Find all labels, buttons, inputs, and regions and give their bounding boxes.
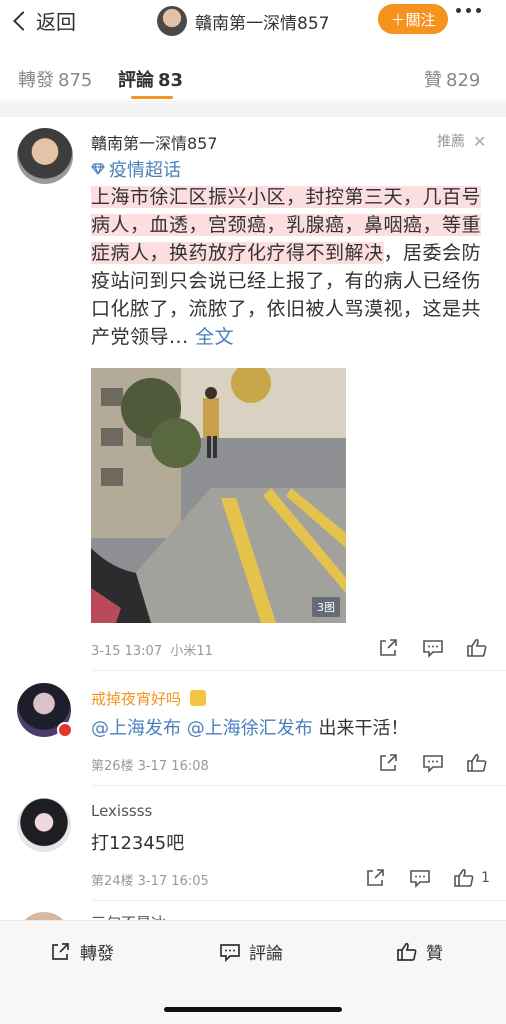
home-indicator[interactable] xyxy=(164,1007,342,1012)
tab-comment[interactable]: 評論 83 xyxy=(118,66,183,92)
back-button[interactable]: 返回 xyxy=(10,6,76,35)
post-actions xyxy=(378,638,488,658)
share-icon[interactable] xyxy=(378,753,400,773)
comment-body: 打12345吧 xyxy=(91,833,185,854)
thumb-up-icon xyxy=(454,868,474,887)
tab-like-count: 829 xyxy=(446,70,481,91)
full-text-link[interactable]: 全文 xyxy=(195,326,234,348)
topic-label: 疫情超话 xyxy=(109,160,181,181)
repost-button[interactable]: 轉發 xyxy=(50,939,114,964)
tab-comment-label: 評論 xyxy=(118,70,154,91)
comment-floor-time: 第24楼 3-17 16:05 xyxy=(91,874,209,889)
street-photo xyxy=(91,368,346,623)
comment-actions: 1 xyxy=(365,868,490,888)
share-icon[interactable] xyxy=(378,638,400,658)
tab-repost[interactable]: 轉發 875 xyxy=(18,66,92,92)
comment-label: 評論 xyxy=(249,944,283,964)
like-action[interactable]: 1 xyxy=(453,868,490,888)
more-dots-icon[interactable] xyxy=(456,8,481,13)
comment-icon xyxy=(220,943,240,962)
nav-user-name: 贛南第一深情857 xyxy=(195,13,330,34)
like-count: 1 xyxy=(481,870,490,886)
like-label: 贊 xyxy=(426,944,443,964)
top-nav-bar: 返回 贛南第一深情857 ＋關注 xyxy=(0,0,506,44)
post-time: 3-15 13:07 小米11 xyxy=(91,640,213,659)
section-divider xyxy=(0,103,506,117)
chevron-left-icon xyxy=(13,10,33,31)
badge-icon xyxy=(57,722,73,738)
tab-like[interactable]: 贊 829 xyxy=(424,66,480,92)
post-author-avatar[interactable] xyxy=(17,128,73,184)
post-photo[interactable]: 3图 xyxy=(91,368,346,623)
nav-user[interactable]: 贛南第一深情857 xyxy=(157,6,329,36)
comment-icon[interactable] xyxy=(422,753,444,773)
comment-actions xyxy=(378,753,488,773)
image-count-badge: 3图 xyxy=(312,597,340,617)
post-device: 小米11 xyxy=(170,644,213,659)
comment-button[interactable]: 評論 xyxy=(219,939,283,964)
post-text: 上海市徐汇区振兴小区，封控第三天，几百号病人，血透，宫颈癌，乳腺癌，鼻咽癌，等重… xyxy=(91,183,491,351)
topic-link[interactable]: 疫情超话 xyxy=(91,156,181,182)
diamond-icon xyxy=(91,163,105,175)
post-author-name[interactable]: 贛南第一深情857 xyxy=(91,130,218,154)
share-icon xyxy=(52,942,69,960)
comment-icon[interactable] xyxy=(422,638,444,658)
tab-repost-label: 轉發 xyxy=(18,70,54,91)
share-icon[interactable] xyxy=(365,868,387,888)
comment-author[interactable]: 戒掉夜宵好吗 xyxy=(91,688,206,709)
thumb-up-icon[interactable] xyxy=(466,753,488,773)
thumb-up-icon[interactable] xyxy=(466,638,488,658)
divider xyxy=(91,900,506,901)
active-tab-indicator xyxy=(131,96,173,99)
tab-comment-count: 83 xyxy=(158,70,184,91)
repost-label: 轉發 xyxy=(80,944,114,964)
recommend-tag: 推薦 ✕ xyxy=(437,131,486,151)
comment-body: 出来干活！ xyxy=(318,718,409,739)
comment-author-name: 戒掉夜宵好吗 xyxy=(91,690,182,708)
comment-author-name[interactable]: Lexissss xyxy=(91,802,152,820)
tab-bar: 轉發 875 評論 83 贊 829 xyxy=(0,50,506,102)
divider xyxy=(91,785,506,786)
close-icon[interactable]: ✕ xyxy=(473,132,486,151)
like-button[interactable]: 贊 xyxy=(396,939,443,964)
back-label: 返回 xyxy=(36,10,76,34)
comment-avatar[interactable] xyxy=(17,798,71,852)
comment-floor-time: 第26楼 3-17 16:08 xyxy=(91,759,209,774)
vip-icon xyxy=(189,690,206,706)
divider xyxy=(91,670,506,671)
thumb-up-icon xyxy=(397,942,417,961)
post-time-value: 3-15 13:07 xyxy=(91,644,163,659)
follow-button[interactable]: ＋關注 xyxy=(378,4,448,34)
comment-text: @上海发布 @上海徐汇发布 出来干活！ xyxy=(91,714,408,740)
comment-icon[interactable] xyxy=(409,868,431,888)
tab-repost-count: 875 xyxy=(58,70,93,91)
recommend-label: 推薦 xyxy=(437,134,465,150)
tab-like-label: 贊 xyxy=(424,70,442,91)
mention-link[interactable]: @上海徐汇发布 xyxy=(187,718,313,739)
mention-link[interactable]: @上海发布 xyxy=(91,718,181,739)
nav-avatar[interactable] xyxy=(157,6,187,36)
